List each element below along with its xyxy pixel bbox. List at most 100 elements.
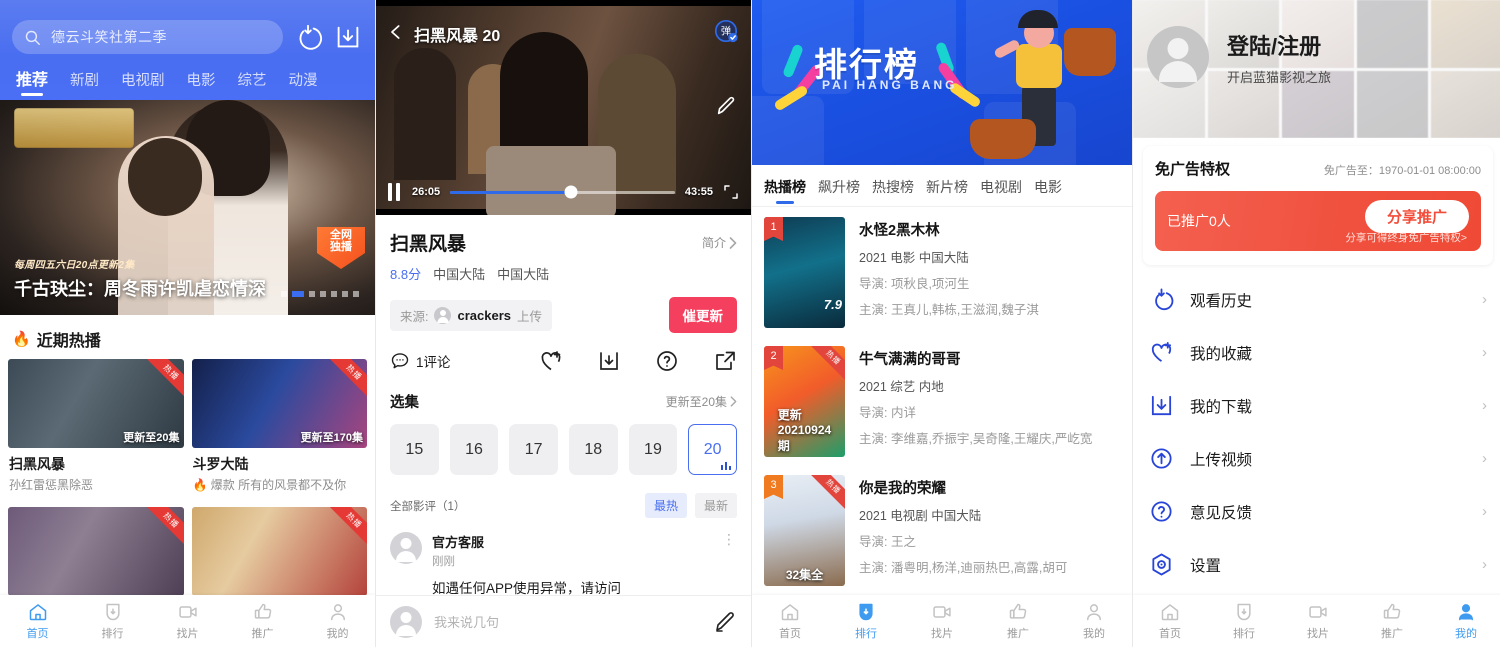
menu-item-downloads[interactable]: 我的下载 › (1133, 379, 1500, 432)
list-item[interactable]: 热播 更新至170集 斗罗大陆 🔥 爆款 所有的风景都不及你 (191, 359, 367, 499)
help-icon[interactable] (655, 349, 679, 373)
menu-item-settings[interactable]: 设置 › (1133, 538, 1500, 591)
video-player[interactable]: 扫黑风暴 20 弹 26:05 43:55 (376, 0, 751, 215)
ranking-tab-3[interactable]: 新片榜 (926, 177, 968, 206)
detail-tag-0: 中国大陆 (433, 267, 486, 282)
nav-item-find[interactable]: 找片 (904, 602, 980, 641)
nav-item-home[interactable]: 首页 (1133, 602, 1207, 641)
episode-button-selected[interactable]: 20 (688, 424, 738, 475)
comment-count-label: 1评论 (416, 355, 451, 370)
player-title: 扫黑风暴 20 (414, 28, 501, 45)
episode-button[interactable]: 19 (628, 424, 678, 475)
menu-item-favorites[interactable]: 我的收藏 › (1133, 326, 1500, 379)
login-register-title[interactable]: 登陆/注册 (1227, 29, 1331, 61)
download-icon[interactable] (597, 349, 621, 373)
nav-item-ranking[interactable]: 排行 (1207, 602, 1281, 641)
ranking-tab-0[interactable]: 热播榜 (764, 177, 806, 206)
category-tab-1[interactable]: 新剧 (70, 69, 99, 98)
card-episode-text: 更新至170集 (300, 432, 363, 444)
nav-item-mine[interactable]: 我的 (1429, 602, 1500, 641)
sort-hot-chip[interactable]: 最热 (644, 493, 687, 518)
nav-item-home[interactable]: 首页 (752, 602, 828, 641)
share-promo-button[interactable]: 分享推广 (1364, 200, 1469, 233)
reviews-header: 全部影评（1） 最热 最新 (390, 475, 737, 518)
promo-banner[interactable]: 已推广0人 分享推广 分享可得终身免广告特权> (1155, 191, 1481, 251)
table-row[interactable]: 3 热播 32集全 你是我的荣耀 2021 电视剧 中国大陆 导演: 王之 主演… (764, 475, 1120, 604)
list-item[interactable]: 热播 更新至20集 扫黑风暴 孙红雷惩黑除恶 (8, 359, 184, 499)
nav-item-mine[interactable]: 我的 (300, 602, 375, 641)
comment-input[interactable]: 我来说几句 (434, 612, 701, 631)
sort-new-chip[interactable]: 最新 (694, 493, 737, 518)
pause-icon[interactable] (388, 183, 402, 201)
favorite-add-icon[interactable] (539, 349, 563, 373)
profile-user[interactable]: 登陆/注册 开启蓝猫影视之旅 (1147, 26, 1331, 88)
category-tab-2[interactable]: 电视剧 (121, 69, 165, 98)
poster-episode: 更新20210924期 (777, 408, 832, 453)
detail-intro-link[interactable]: 简介 (702, 234, 737, 251)
menu-label: 意见反馈 (1190, 504, 1253, 522)
chevron-right-icon: › (1482, 397, 1487, 414)
fullscreen-icon[interactable] (723, 184, 739, 200)
comment-more-icon[interactable]: ⋮ (722, 532, 737, 597)
category-tab-4[interactable]: 综艺 (238, 69, 267, 98)
episode-button[interactable]: 15 (390, 424, 439, 475)
nav-item-promote[interactable]: 推广 (980, 602, 1056, 641)
review-sort-chips: 最热 最新 (644, 493, 737, 518)
watch-history-icon[interactable] (293, 22, 323, 52)
home-banner[interactable]: 每周四五六日20点更新2集 千古玦尘：周冬雨许凯虐恋情深 全网 独播 (0, 100, 375, 315)
share-external-icon[interactable] (713, 349, 737, 373)
avatar[interactable] (1147, 26, 1209, 88)
avatar (390, 605, 422, 638)
category-tab-0[interactable]: 推荐 (16, 66, 48, 98)
nav-item-home[interactable]: 首页 (0, 602, 75, 641)
write-pencil-icon[interactable] (713, 610, 737, 634)
nav-item-ranking[interactable]: 排行 (75, 602, 150, 641)
menu-item-feedback[interactable]: 意见反馈 › (1133, 485, 1500, 538)
list-item[interactable]: 热播 (191, 507, 367, 596)
danmaku-toggle-icon[interactable]: 弹 (713, 18, 739, 44)
uploader-chip[interactable]: 来源: crackers 上传 (390, 299, 552, 331)
profile-hero: 登陆/注册 开启蓝猫影视之旅 (1133, 0, 1500, 138)
back-chevron-icon[interactable] (388, 20, 404, 44)
episode-button[interactable]: 17 (509, 424, 558, 475)
player-progress-slider[interactable] (450, 185, 675, 199)
episodes-status-link[interactable]: 更新至20集 (666, 393, 737, 410)
menu-item-history[interactable]: 观看历史 › (1133, 273, 1500, 326)
player-progress-fill (450, 190, 572, 194)
nav-item-promote[interactable]: 推广 (1355, 602, 1429, 641)
detail-action-row: 1评论 (390, 333, 737, 373)
menu-item-upload[interactable]: 上传视频 › (1133, 432, 1500, 485)
episode-button[interactable]: 16 (449, 424, 499, 475)
nav-item-promote[interactable]: 推广 (225, 602, 300, 641)
nav-item-find[interactable]: 找片 (1281, 602, 1355, 641)
list-item[interactable]: 热播 (8, 507, 184, 596)
ranking-tab-1[interactable]: 飙升榜 (818, 177, 860, 206)
banner-dots[interactable] (281, 291, 359, 297)
episode-button[interactable]: 18 (568, 424, 618, 475)
search-input[interactable]: 德云斗笑社第二季 (12, 20, 283, 54)
table-row[interactable]: 2 热播 更新20210924期 牛气满满的哥哥 2021 综艺 内地 导演: … (764, 346, 1120, 475)
ranking-title: 你是我的荣耀 (859, 481, 946, 497)
comment-count-button[interactable]: 1评论 (390, 351, 451, 371)
nav-item-find[interactable]: 找片 (150, 602, 225, 641)
comment-text: 如遇任何APP使用异常，请访问 (432, 581, 622, 596)
player-controls: 26:05 43:55 (376, 183, 751, 201)
comment-time: 刚刚 (432, 556, 455, 568)
danmaku-edit-icon[interactable] (715, 95, 737, 117)
ranking-tab-5[interactable]: 电影 (1034, 177, 1062, 206)
category-tab-3[interactable]: 电影 (187, 69, 216, 98)
urge-update-button[interactable]: 催更新 (668, 297, 737, 333)
category-tab-5[interactable]: 动漫 (289, 69, 318, 98)
player-progress-knob[interactable] (564, 185, 578, 199)
nav-item-ranking[interactable]: 排行 (828, 602, 904, 641)
download-icon[interactable] (333, 22, 363, 52)
person-icon (330, 603, 345, 620)
ranking-meta: 2021 电视剧 中国大陆 (859, 509, 982, 523)
download-icon (1151, 395, 1172, 416)
promo-note[interactable]: 分享可得终身免广告特权> (1345, 230, 1467, 245)
nav-item-mine[interactable]: 我的 (1056, 602, 1132, 641)
table-row[interactable]: 1 7.9 水怪2黑木林 2021 电影 中国大陆 导演: 项秋良,项河生 主演… (764, 217, 1120, 346)
ranking-tab-4[interactable]: 电视剧 (980, 177, 1022, 206)
menu-label: 观看历史 (1190, 292, 1253, 310)
ranking-tab-2[interactable]: 热搜榜 (872, 177, 914, 206)
